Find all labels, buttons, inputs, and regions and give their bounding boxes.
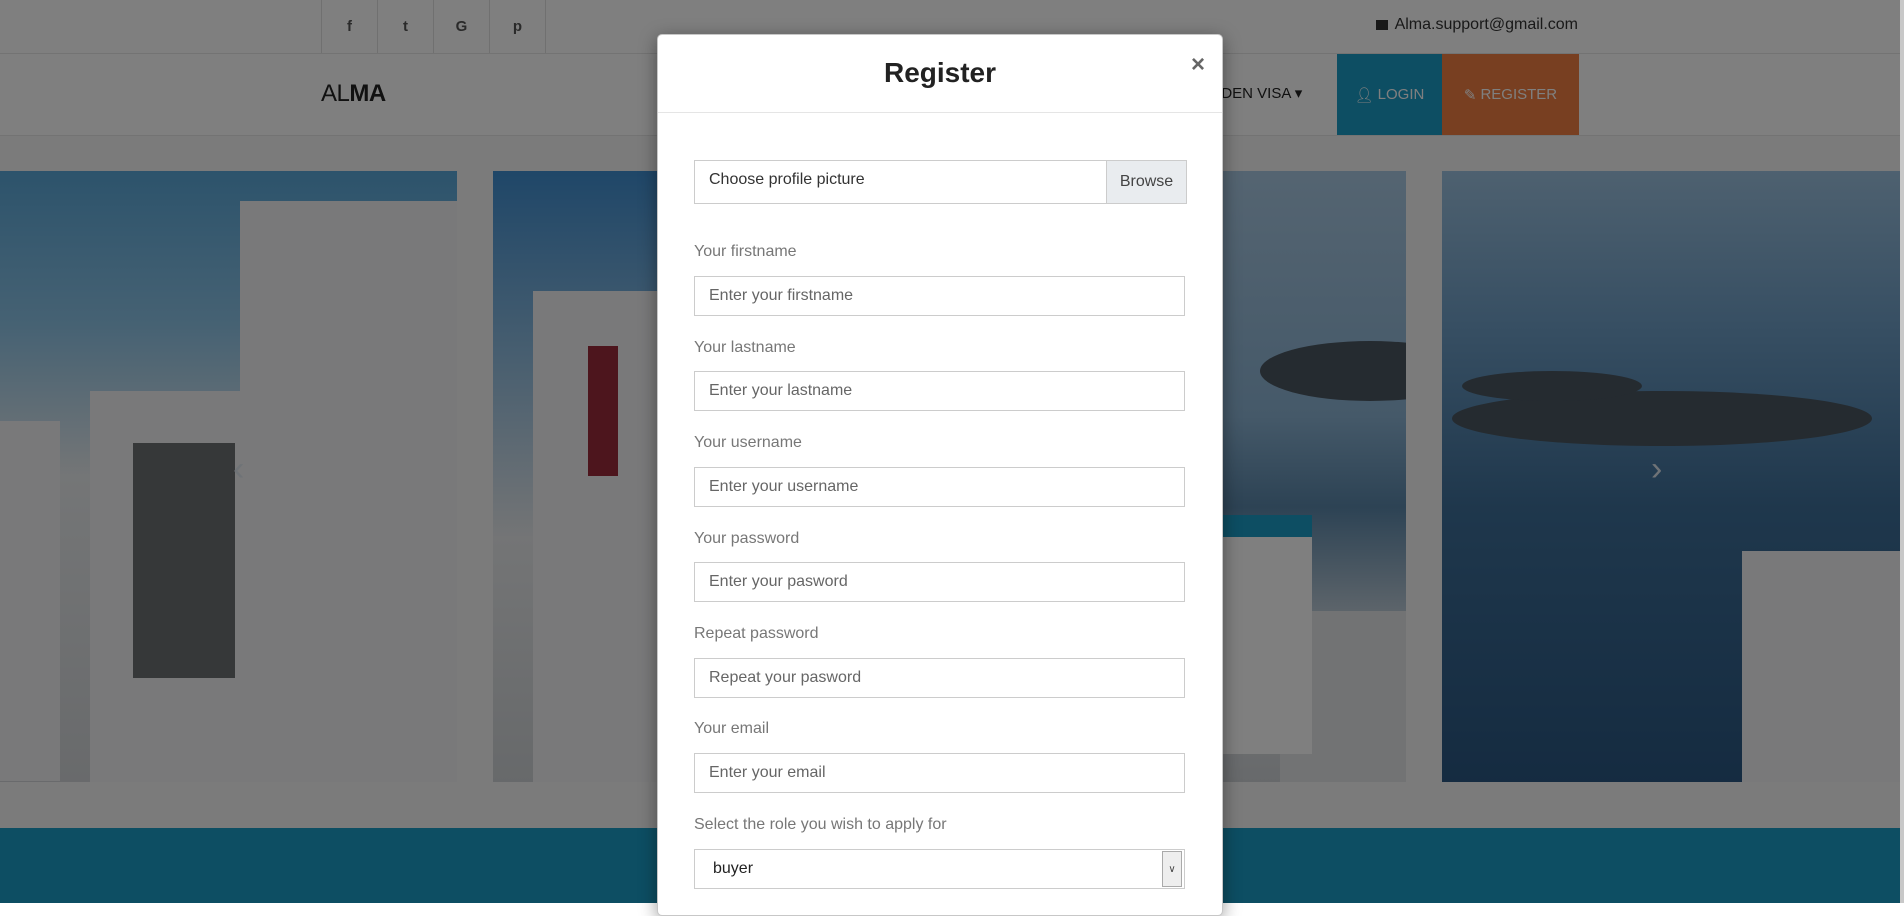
scrollbar[interactable] bbox=[1900, 0, 1904, 903]
role-label: Select the role you wish to apply for bbox=[694, 816, 947, 833]
repeat-password-input[interactable] bbox=[694, 658, 1185, 698]
modal-header: Register × bbox=[658, 35, 1222, 113]
email-input[interactable] bbox=[694, 753, 1185, 793]
lastname-input[interactable] bbox=[694, 371, 1185, 411]
profile-picture-picker[interactable]: Choose profile picture Browse bbox=[694, 160, 1187, 204]
password-input[interactable] bbox=[694, 562, 1185, 602]
firstname-label: Your firstname bbox=[694, 243, 797, 260]
username-label: Your username bbox=[694, 434, 802, 451]
close-icon[interactable]: × bbox=[1191, 51, 1205, 79]
firstname-input[interactable] bbox=[694, 276, 1185, 316]
browse-button[interactable]: Browse bbox=[1106, 161, 1186, 203]
chevron-down-icon[interactable]: ∨ bbox=[1162, 851, 1182, 887]
repeat-password-label: Repeat password bbox=[694, 625, 819, 642]
role-select[interactable]: buyer ∨ bbox=[694, 849, 1185, 889]
role-select-value[interactable]: buyer bbox=[695, 860, 1162, 878]
email-label: Your email bbox=[694, 720, 770, 737]
lastname-label: Your lastname bbox=[694, 339, 796, 356]
username-input[interactable] bbox=[694, 467, 1185, 507]
file-picker-label[interactable]: Choose profile picture bbox=[695, 161, 1106, 203]
modal-title: Register bbox=[883, 57, 997, 88]
register-modal: Register × Choose profile picture Browse… bbox=[657, 34, 1223, 916]
password-label: Your password bbox=[694, 530, 800, 547]
